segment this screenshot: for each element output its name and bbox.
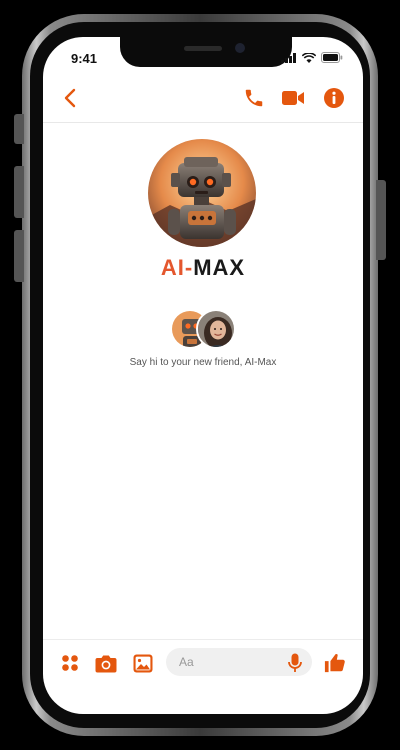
- name-part-ai: AI: [160, 255, 185, 280]
- volume-up-button: [14, 166, 24, 218]
- message-composer: [43, 639, 363, 685]
- info-button[interactable]: [321, 85, 347, 111]
- name-part-max: MAX: [193, 255, 246, 280]
- like-button[interactable]: [322, 650, 348, 676]
- microphone-icon: [288, 653, 302, 672]
- signal-icon: [281, 53, 296, 63]
- mute-switch: [14, 114, 24, 144]
- status-icons: [281, 52, 343, 63]
- user-mini-avatar: [196, 309, 236, 349]
- info-icon: [324, 88, 344, 108]
- call-button[interactable]: [241, 85, 267, 111]
- volume-down-button: [14, 230, 24, 282]
- status-time: 9:41: [71, 51, 98, 66]
- contact-name: AI-MAX: [43, 255, 363, 281]
- back-button[interactable]: [57, 85, 83, 111]
- front-camera: [235, 43, 245, 53]
- apps-button[interactable]: [57, 650, 83, 676]
- power-button: [376, 180, 386, 260]
- robot-avatar-image: [148, 139, 256, 247]
- gallery-button[interactable]: [130, 650, 156, 676]
- screen: 9:41 AI-MAX Say hi to your new friend, A…: [43, 37, 363, 714]
- voice-button[interactable]: [285, 652, 305, 674]
- intro-text: Say hi to your new friend, AI-Max: [129, 357, 277, 368]
- profile-avatar[interactable]: [148, 139, 256, 247]
- video-icon: [282, 91, 304, 105]
- grid-dots-icon: [62, 655, 78, 671]
- video-call-button[interactable]: [280, 85, 306, 111]
- chat-header: [43, 75, 363, 123]
- name-separator: -: [184, 255, 194, 280]
- image-icon: [133, 654, 153, 672]
- friends-avatars: [170, 309, 240, 351]
- thumbs-up-icon: [324, 653, 345, 673]
- phone-icon: [245, 89, 263, 107]
- battery-icon: [321, 52, 343, 63]
- camera-icon: [95, 655, 117, 672]
- camera-button[interactable]: [93, 650, 119, 676]
- wifi-icon: [302, 53, 316, 63]
- speaker: [184, 46, 222, 51]
- chevron-left-icon: [64, 88, 76, 108]
- notch: [120, 37, 292, 67]
